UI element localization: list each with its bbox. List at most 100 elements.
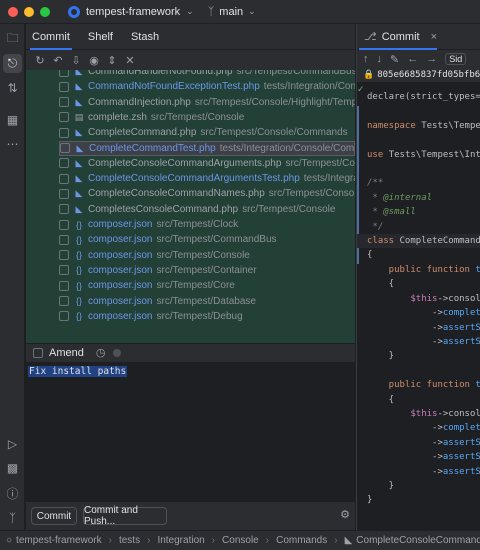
arrow-down-icon[interactable]: ↓ — [377, 53, 383, 65]
file-row[interactable]: ◣ CompletesConsoleCommand.php src/Tempest/… — [26, 202, 355, 217]
amend-label: Amend — [49, 346, 84, 359]
close-icon[interactable]: × — [431, 31, 437, 43]
git-icon[interactable]: ᛉ — [3, 508, 22, 527]
file-checkbox[interactable] — [59, 234, 69, 245]
tab-shelf[interactable]: Shelf — [88, 24, 113, 50]
code-token: @internal — [383, 192, 433, 203]
php-file-icon: ◣ — [75, 188, 83, 199]
project-selector[interactable]: tempest-framework ⌄ — [68, 5, 194, 18]
amend-checkbox[interactable] — [33, 347, 43, 358]
file-row[interactable]: ◣ CompleteCommandTest.php tests/Integratio… — [59, 140, 355, 156]
side-by-side-dropdown[interactable]: Sid — [445, 53, 467, 65]
code-token: complete( — [442, 423, 480, 434]
breadcrumb-item[interactable]: Console — [222, 535, 259, 546]
arrow-left-icon[interactable]: ← — [407, 53, 418, 65]
structure-icon[interactable]: ▦ — [3, 110, 22, 129]
editor-tabs: ⎇ Commit × — [357, 24, 480, 50]
file-row[interactable]: ◣ CompleteCommand.php src/Tempest/Console/… — [26, 125, 355, 140]
file-row[interactable]: {} composer.json src/Tempest/Clock — [26, 217, 355, 232]
file-path: src/Tempest/CommandBus — [236, 70, 355, 77]
minimize-window-button[interactable] — [24, 6, 34, 17]
zoom-window-button[interactable] — [40, 6, 50, 17]
file-row[interactable]: {} composer.json src/Tempest/Debug — [26, 309, 355, 324]
file-row[interactable]: {} composer.json src/Tempest/Console — [26, 248, 355, 263]
file-row[interactable]: {} composer.json src/Tempest/Container — [26, 263, 355, 278]
code-token: use — [367, 149, 389, 160]
gear-icon[interactable]: ⚙ — [340, 508, 350, 521]
file-path: src/Tempest/Debug — [156, 310, 243, 322]
run-icon[interactable]: ▷ — [3, 434, 22, 453]
file-row[interactable]: {} composer.json src/Tempest/CommandBus — [26, 232, 355, 247]
file-row[interactable]: ◣ CompleteConsoleCommandNames.php src/Temp… — [26, 186, 355, 201]
commit-button[interactable]: Commit — [31, 507, 77, 525]
file-checkbox[interactable] — [59, 188, 69, 199]
file-checkbox[interactable] — [59, 112, 69, 123]
commit-tab-icon: ⎇ — [364, 31, 377, 43]
commit-icon[interactable]: ⎋ — [3, 54, 22, 73]
update-icon[interactable]: ⇩ — [70, 54, 82, 67]
problems-icon[interactable]: ⓘ — [3, 484, 22, 503]
file-row[interactable]: ◣ CommandInjection.php src/Tempest/Console… — [26, 95, 355, 110]
file-checkbox[interactable] — [59, 173, 69, 184]
breadcrumb-item[interactable]: Commands — [276, 535, 327, 546]
code-token: -> — [367, 423, 443, 434]
file-row[interactable]: ◣ CommandHandlerNotFound.php src/Tempest/C… — [26, 70, 355, 79]
file-checkbox[interactable] — [59, 204, 69, 215]
php-file-icon: ◣ — [75, 203, 83, 214]
file-checkbox[interactable] — [59, 219, 69, 230]
code-token: Tests\Tempest — [421, 120, 480, 131]
collapse-icon[interactable]: ✕ — [124, 54, 136, 67]
branch-selector[interactable]: ᛉ main ⌄ — [208, 6, 256, 18]
code-line: { — [367, 248, 480, 262]
eye-icon[interactable]: ◉ — [88, 54, 100, 67]
file-checkbox[interactable] — [59, 97, 69, 108]
more-icon[interactable]: ⋯ — [3, 134, 22, 153]
commit-and-push-button[interactable]: Commit and Push... — [83, 505, 167, 527]
file-row[interactable]: {} composer.json src/Tempest/Database — [26, 294, 355, 309]
file-row[interactable]: ◣ CompleteConsoleCommandArguments.php src/… — [26, 156, 355, 171]
arrow-right-icon[interactable]: → — [426, 53, 437, 65]
file-checkbox[interactable] — [59, 250, 69, 261]
history-icon[interactable]: ◷ — [96, 346, 106, 359]
pull-requests-icon[interactable]: ⇅ — [3, 78, 22, 97]
edit-icon[interactable]: ✎ — [390, 53, 399, 66]
tab-stash[interactable]: Stash — [131, 24, 159, 50]
breadcrumb-item[interactable]: Integration — [157, 535, 204, 546]
tab-commit[interactable]: Commit — [30, 24, 72, 50]
commit-message-field[interactable]: Fix install paths — [26, 362, 355, 502]
code-view[interactable]: declare(strict_types=1) namespace Tests\… — [367, 90, 480, 508]
tab-commit-editor[interactable]: ⎇ Commit × — [357, 24, 438, 50]
file-row[interactable]: {} composer.json src/Tempest/Core — [26, 278, 355, 293]
code-token: assertSee — [442, 336, 480, 347]
file-checkbox[interactable] — [59, 127, 69, 138]
file-row[interactable]: ▤ complete.zsh src/Tempest/Console — [26, 110, 355, 125]
breadcrumb-item[interactable]: tests — [119, 535, 140, 546]
file-checkbox[interactable] — [59, 81, 69, 92]
expand-icon[interactable]: ⇕ — [106, 54, 118, 67]
file-row[interactable]: ◣ CompleteConsoleCommandArgumentsTest.php… — [26, 171, 355, 186]
code-token: public function — [367, 264, 476, 275]
file-checkbox[interactable] — [59, 311, 69, 322]
code-token: } — [367, 351, 395, 362]
folder-icon[interactable]: 🗀 — [3, 30, 22, 49]
file-name: composer.json — [88, 234, 153, 246]
file-checkbox[interactable] — [59, 70, 69, 77]
file-name: CompleteConsoleCommandArguments.php — [88, 157, 282, 169]
terminal-icon[interactable]: ▩ — [3, 458, 22, 477]
file-path: tests/Integration/Console/Commands — [219, 142, 355, 154]
file-path: src/Tempest/Container — [156, 264, 257, 276]
file-checkbox[interactable] — [60, 143, 70, 153]
file-checkbox[interactable] — [59, 296, 69, 306]
breadcrumb-item[interactable]: ○ tempest-framework — [6, 535, 102, 546]
file-checkbox[interactable] — [59, 265, 69, 276]
close-window-button[interactable] — [8, 6, 18, 17]
file-row[interactable]: ◣ CommandNotFoundExceptionTest.php tests/I… — [26, 79, 355, 94]
arrow-up-icon[interactable]: ↑ — [363, 53, 369, 65]
file-checkbox[interactable] — [59, 280, 69, 291]
file-checkbox[interactable] — [59, 158, 69, 169]
refresh-icon[interactable]: ↻ — [34, 54, 46, 67]
ai-assistant-icon[interactable] — [113, 348, 122, 357]
code-token: -> — [367, 466, 443, 477]
rollback-icon[interactable]: ↶ — [52, 54, 64, 67]
breadcrumb-item[interactable]: ◣CompleteConsoleCommandTest.php — [345, 535, 480, 546]
